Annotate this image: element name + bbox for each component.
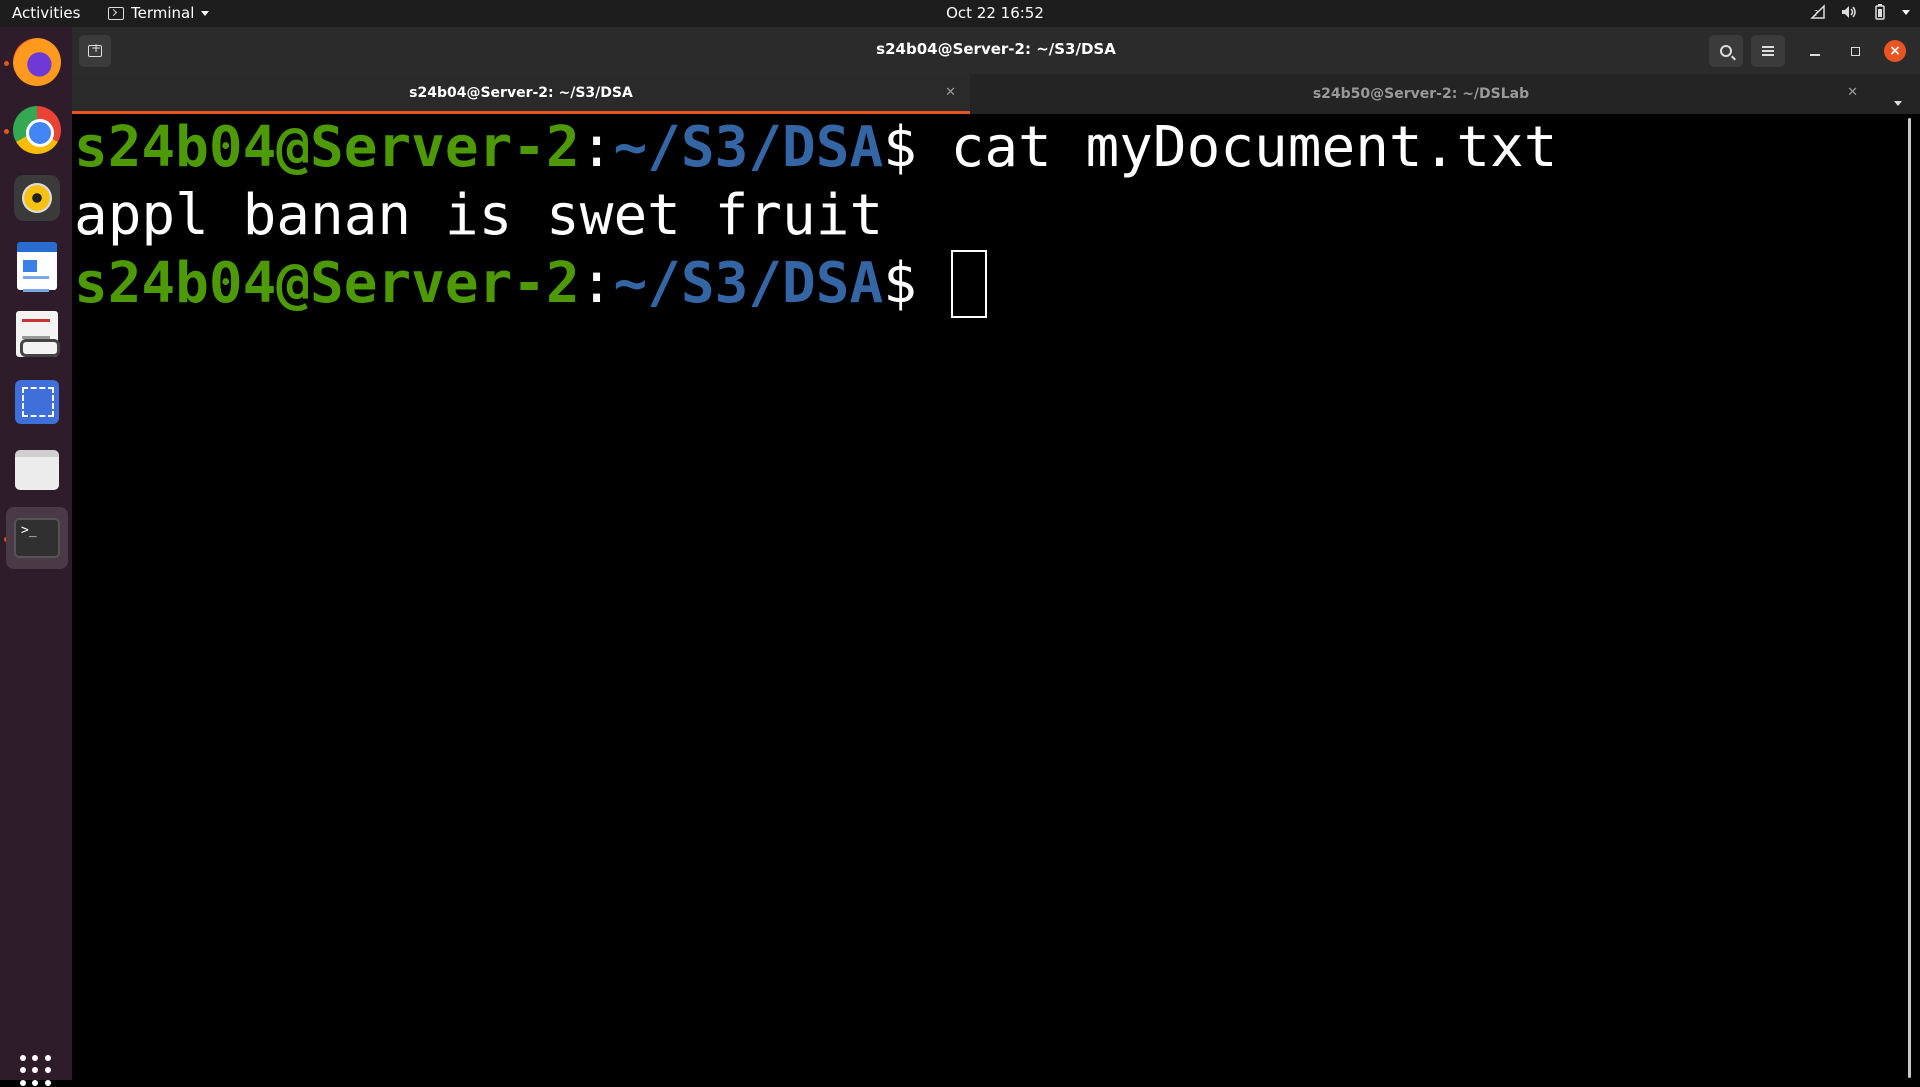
files-icon bbox=[15, 450, 59, 490]
tab-bar: s24b04@Server-2: ~/S3/DSA ✕ s24b50@Serve… bbox=[72, 74, 1920, 114]
tab-s24b04-dsa[interactable]: s24b04@Server-2: ~/S3/DSA ✕ bbox=[72, 74, 970, 114]
dock-chrome[interactable] bbox=[6, 99, 68, 161]
screenshot-icon bbox=[15, 380, 59, 424]
minimize-button[interactable] bbox=[1800, 35, 1830, 67]
dock-writer[interactable] bbox=[6, 235, 68, 297]
tab-close-icon[interactable]: ✕ bbox=[1847, 85, 1858, 100]
app-menu-label: Terminal bbox=[131, 4, 195, 22]
dock: >_ bbox=[0, 27, 72, 1086]
clock[interactable]: Oct 22 16:52 bbox=[946, 4, 1044, 22]
close-icon: × bbox=[1884, 40, 1906, 62]
volume-icon bbox=[1842, 6, 1856, 18]
terminal-icon: >_ bbox=[14, 518, 60, 558]
chrome-icon bbox=[13, 106, 61, 154]
dock-firefox[interactable] bbox=[6, 31, 68, 93]
command-output: appl banan is swet fruit bbox=[74, 183, 884, 248]
rhythmbox-icon bbox=[14, 175, 60, 221]
tab-label: s24b04@Server-2: ~/S3/DSA bbox=[409, 84, 633, 101]
network-icon: ? bbox=[1810, 4, 1825, 19]
dock-files[interactable] bbox=[6, 439, 68, 501]
text-cursor[interactable] bbox=[950, 250, 987, 318]
maximize-icon bbox=[1850, 46, 1860, 56]
top-bar: Activities Terminal Oct 22 16:52 ? bbox=[0, 0, 1920, 27]
maximize-button[interactable] bbox=[1840, 35, 1870, 67]
app-menu[interactable]: Terminal bbox=[108, 4, 210, 22]
search-button[interactable] bbox=[1709, 35, 1743, 67]
show-applications-icon[interactable] bbox=[20, 1055, 52, 1087]
prompt-path: ~/S3/DSA bbox=[613, 115, 884, 180]
dock-terminal[interactable]: >_ bbox=[6, 507, 68, 569]
system-menu-chevron-icon bbox=[1902, 9, 1910, 15]
terminal-line: s24b04@Server-2:~/S3/DSA$ bbox=[74, 250, 1908, 318]
prompt-user: s24b04@Server-2 bbox=[74, 251, 580, 316]
window-header: s24b04@Server-2: ~/S3/DSA × bbox=[72, 27, 1920, 74]
libreoffice-writer-icon bbox=[17, 242, 57, 292]
terminal-line: s24b04@Server-2:~/S3/DSA$ cat myDocument… bbox=[74, 114, 1908, 182]
dock-rhythmbox[interactable] bbox=[6, 167, 68, 229]
new-tab-icon bbox=[88, 41, 102, 57]
prompt-separator: : bbox=[579, 251, 614, 316]
menu-button[interactable] bbox=[1751, 35, 1785, 67]
chevron-down-icon bbox=[1894, 101, 1902, 106]
hamburger-menu-icon bbox=[1762, 46, 1774, 56]
chevron-down-icon bbox=[201, 10, 210, 16]
tab-list-dropdown[interactable] bbox=[1894, 91, 1902, 110]
activities-button[interactable]: Activities bbox=[12, 4, 80, 22]
tab-close-icon[interactable]: ✕ bbox=[945, 85, 956, 100]
terminal-output[interactable]: s24b04@Server-2:~/S3/DSA$ cat myDocument… bbox=[72, 114, 1908, 1080]
window-title: s24b04@Server-2: ~/S3/DSA bbox=[876, 40, 1116, 58]
system-tray[interactable]: ? bbox=[1810, 4, 1910, 20]
search-icon bbox=[1720, 45, 1732, 57]
minimize-icon bbox=[1810, 54, 1820, 56]
prompt-path: ~/S3/DSA bbox=[613, 251, 884, 316]
close-window-button[interactable]: × bbox=[1880, 35, 1910, 67]
firefox-icon bbox=[13, 38, 61, 86]
dock-screenshot[interactable] bbox=[6, 371, 68, 433]
new-tab-button[interactable] bbox=[79, 35, 111, 67]
dock-document-viewer[interactable] bbox=[6, 303, 68, 365]
battery-icon bbox=[1875, 4, 1885, 20]
prompt-separator: : bbox=[579, 115, 614, 180]
command-text: cat myDocument.txt bbox=[950, 115, 1558, 180]
tab-s24b50-dslab[interactable]: s24b50@Server-2: ~/DSLab ✕ bbox=[970, 74, 1872, 114]
svg-text:?: ? bbox=[1814, 9, 1818, 18]
terminal-line: appl banan is swet fruit bbox=[74, 182, 1908, 250]
prompt-symbol: $ bbox=[883, 251, 951, 316]
prompt-user: s24b04@Server-2 bbox=[74, 115, 580, 180]
terminal-scrollbar[interactable] bbox=[1908, 118, 1911, 1078]
prompt-symbol: $ bbox=[883, 115, 951, 180]
terminal-app-icon bbox=[108, 6, 124, 20]
document-viewer-icon bbox=[16, 311, 60, 357]
tab-label: s24b50@Server-2: ~/DSLab bbox=[1312, 86, 1530, 102]
